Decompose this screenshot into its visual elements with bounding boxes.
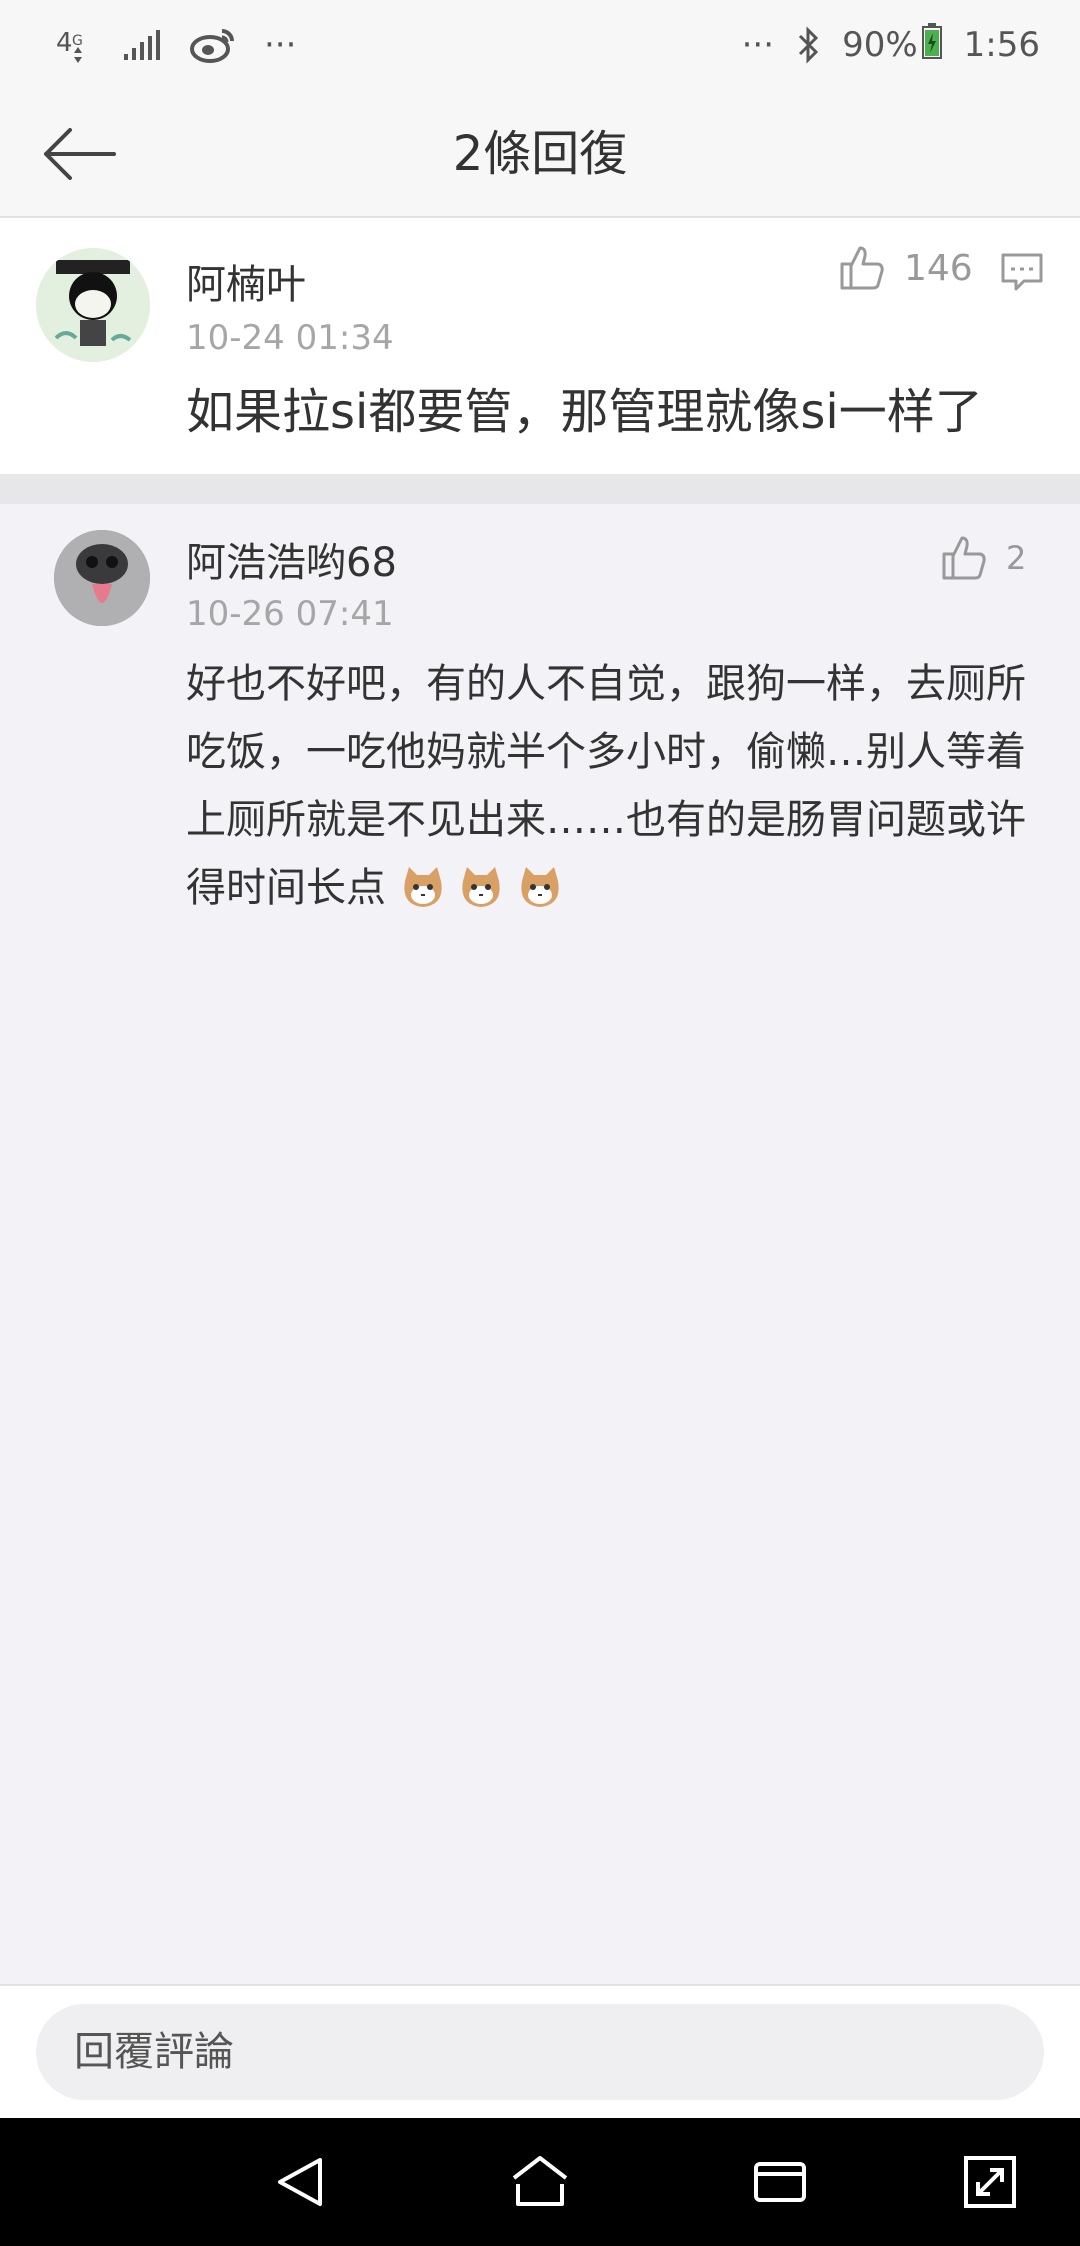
page-title: 2條回復 — [452, 126, 628, 182]
weibo-icon — [190, 27, 236, 63]
status-bar: 4 G ··· ··· 90% 1:56 — [0, 0, 1080, 90]
avatar[interactable] — [54, 530, 150, 626]
svg-text:G: G — [72, 33, 83, 49]
comment-body: 好也不好吧，有的人不自觉，跟狗一样，去厕所吃饭，一吃他妈就半个多小时，偷懒…别人… — [186, 661, 1026, 911]
username[interactable]: 阿浩浩哟68 — [186, 530, 397, 588]
comment-text: 如果拉si都要管，那管理就像si一样了 — [186, 384, 983, 440]
nav-back-button[interactable] — [268, 2150, 332, 2214]
nav-expand-button[interactable] — [958, 2150, 1022, 2214]
recent-apps-icon — [754, 2162, 806, 2202]
battery-icon — [921, 22, 942, 68]
expand-icon — [964, 2156, 1016, 2208]
comment-icon — [1001, 253, 1043, 291]
status-more-left: ··· — [264, 25, 297, 65]
navigation-bar — [0, 2118, 1080, 2246]
cat-emoji-icon — [459, 862, 503, 930]
like-count: 2 — [1006, 539, 1027, 577]
thumbs-up-icon — [942, 536, 986, 580]
reply-input[interactable]: 回覆評論 — [36, 2004, 1044, 2100]
signal-icon — [122, 28, 162, 62]
arrow-left-icon — [44, 128, 116, 180]
section-divider — [0, 474, 1080, 504]
username[interactable]: 阿楠叶 — [186, 252, 306, 310]
top-comment: 阿楠叶 10-24 01:34 146 如果拉si都要管，那管理就像si一样了 — [0, 218, 1080, 474]
avatar-dog-image — [54, 530, 150, 626]
cat-emoji-icon — [518, 862, 562, 930]
battery-percent: 90% — [842, 25, 918, 65]
nav-recent-button[interactable] — [748, 2150, 812, 2214]
reply-button[interactable] — [1000, 252, 1044, 296]
cat-emoji-icon — [401, 862, 445, 930]
status-left: 4 G ··· — [54, 23, 296, 67]
like-count: 146 — [904, 247, 973, 289]
bluetooth-icon — [796, 26, 820, 64]
triangle-back-icon — [278, 2158, 322, 2206]
reply-bar: 回覆評論 — [0, 1984, 1080, 2118]
network-4g-icon: 4 G — [54, 23, 94, 67]
avatar-cartoon-image — [36, 248, 150, 362]
battery-indicator: 90% — [842, 22, 942, 68]
status-more-right: ··· — [741, 25, 775, 65]
home-icon — [512, 2156, 568, 2206]
reply-list: 阿浩浩哟68 10-26 07:41 2 好也不好吧，有的人不自觉，跟狗一样，去… — [0, 504, 1080, 1984]
like-button[interactable]: 146 — [838, 244, 973, 292]
timestamp: 10-24 01:34 — [186, 318, 394, 358]
svg-text:4: 4 — [56, 28, 73, 58]
nav-home-button[interactable] — [508, 2150, 572, 2214]
thumbs-up-icon — [840, 246, 884, 290]
clock: 1:56 — [963, 25, 1040, 65]
header: 2條回復 — [0, 90, 1080, 218]
back-button[interactable] — [40, 116, 120, 192]
avatar[interactable] — [36, 248, 150, 362]
status-right: ··· 90% 1:56 — [741, 22, 1040, 68]
like-button[interactable]: 2 — [940, 534, 1026, 582]
timestamp: 10-26 07:41 — [186, 594, 394, 634]
comment-text: 好也不好吧，有的人不自觉，跟狗一样，去厕所吃饭，一吃他妈就半个多小时，偷懒…别人… — [186, 650, 1036, 930]
